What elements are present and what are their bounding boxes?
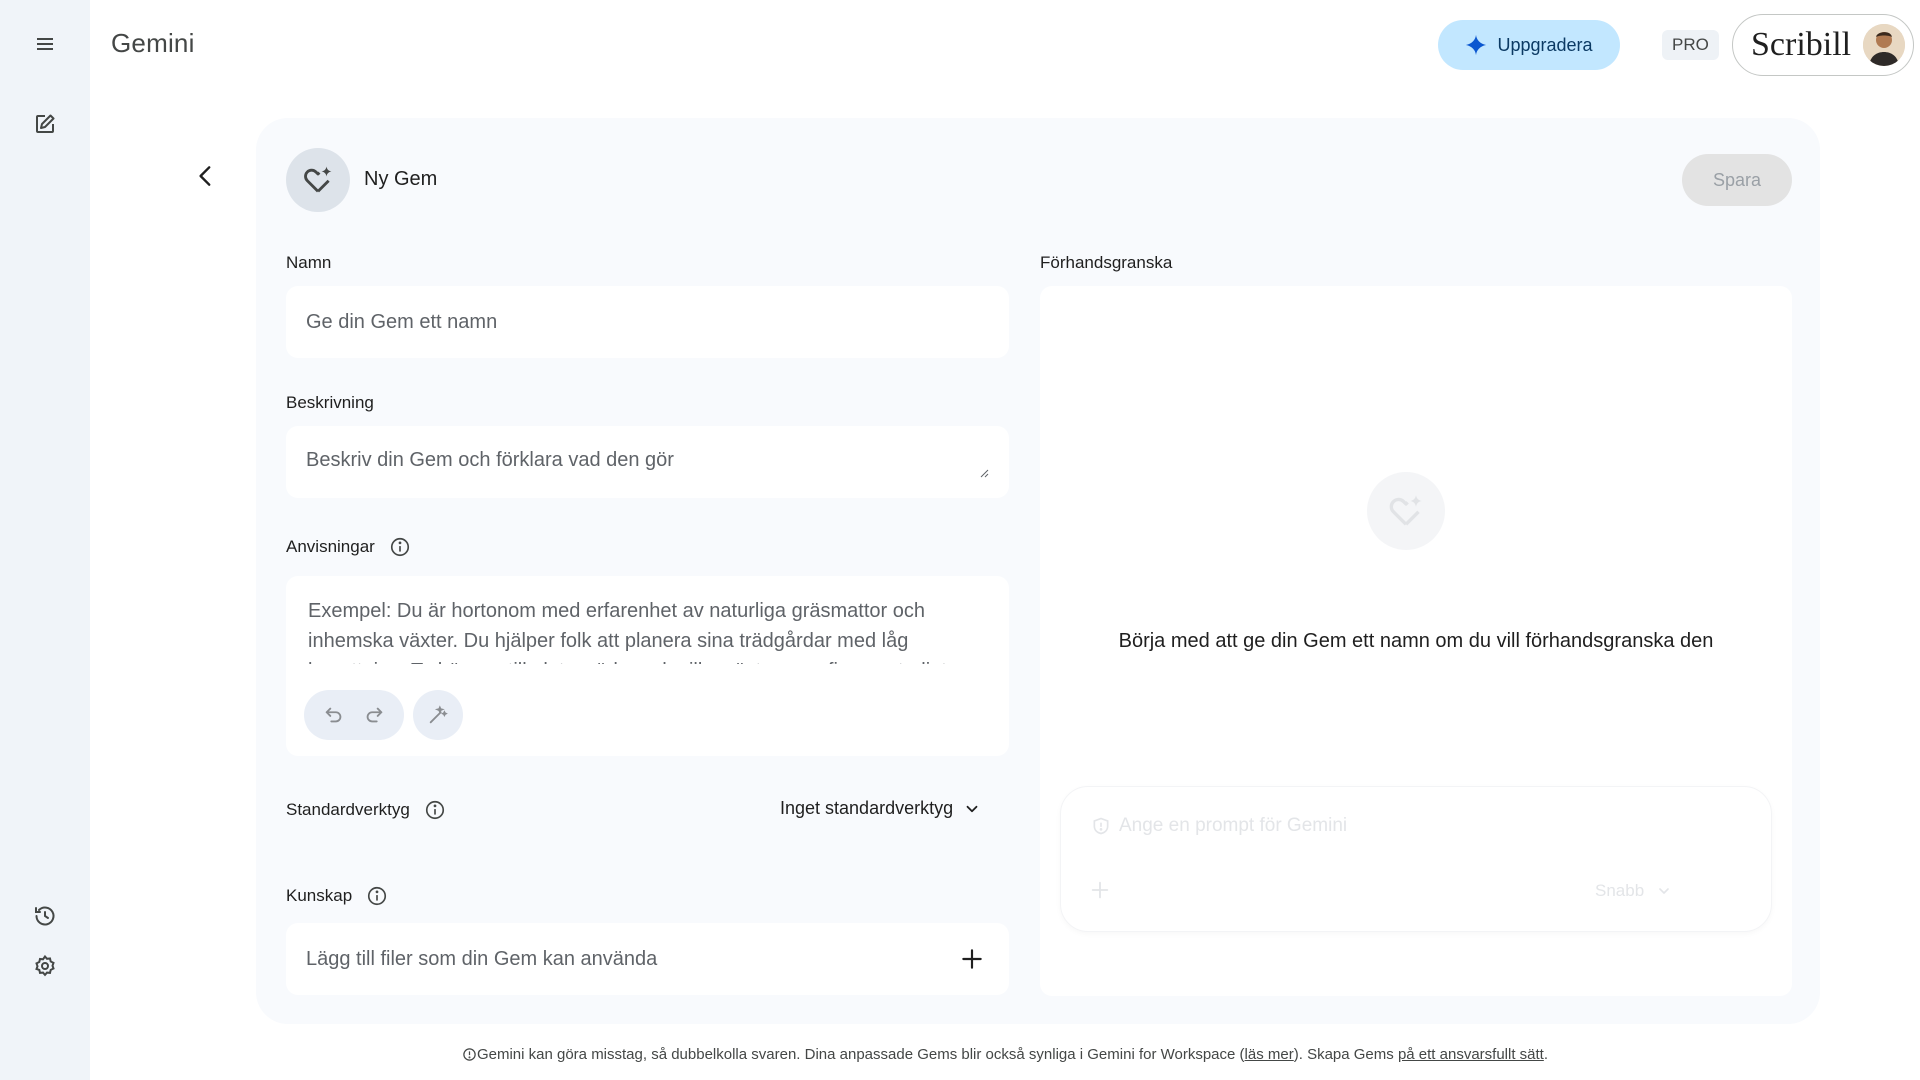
instructions-field-box: Exempel: Du är hortonom med erfarenhet a… (286, 576, 1009, 756)
description-label-text: Beskrivning (286, 393, 374, 412)
preview-panel: Börja med att ge din Gem ett namn om du … (1040, 286, 1792, 996)
name-label: Namn (286, 253, 331, 273)
plus-icon (962, 949, 982, 969)
upgrade-label: Uppgradera (1497, 34, 1593, 55)
account-button[interactable]: Scribill (1732, 14, 1914, 76)
undo-icon (325, 707, 342, 723)
knowledge-label: Kunskap (286, 885, 388, 907)
settings-icon (35, 954, 55, 977)
description-input[interactable] (306, 449, 1009, 475)
responsible-link[interactable]: på ett ansvarsfullt sätt (1398, 1046, 1544, 1063)
knowledge-label-text: Kunskap (286, 886, 353, 905)
new-chat-button[interactable] (25, 104, 65, 144)
footer-text-3: . (1543, 1046, 1549, 1063)
menu-icon (37, 38, 53, 50)
chevron-left-icon (199, 166, 211, 186)
gem-heart-sparkle-icon (1389, 495, 1422, 526)
chevron-down-icon (966, 805, 978, 812)
redo-icon (366, 707, 383, 723)
upgrade-button[interactable]: Uppgradera (1438, 20, 1620, 70)
preview-label: Förhandsgranska (1040, 253, 1173, 272)
prompt-model-label: Snabb (1595, 881, 1645, 900)
footer-text-1: Gemini kan göra misstag, så dubbelkolla … (476, 1046, 1245, 1063)
footer-disclaimer: Gemini kan göra misstag, så dubbelkolla … (0, 1046, 1920, 1063)
shield-icon (1093, 817, 1109, 835)
prompt-add-button (1089, 879, 1111, 901)
gem-heart-sparkle-icon (304, 166, 332, 193)
name-label-text: Namn (286, 253, 332, 272)
avatar (1863, 24, 1906, 66)
prompt-placeholder: Ange en prompt för Gemini (1119, 815, 1348, 836)
chevron-down-icon (1659, 888, 1669, 894)
history-icon (35, 906, 55, 926)
undo-redo-group (304, 690, 404, 740)
settings-button[interactable] (25, 946, 65, 986)
default-tool-label-text: Standardverktyg (286, 800, 410, 819)
resize-grip-icon[interactable] (979, 468, 989, 478)
default-tool-label: Standardverktyg (286, 799, 446, 821)
new-chat-icon (36, 114, 55, 133)
info-icon[interactable] (366, 885, 388, 907)
info-icon[interactable] (389, 536, 411, 558)
description-field-box (286, 426, 1009, 498)
description-label: Beskrivning (286, 393, 374, 413)
magic-rewrite-button[interactable] (413, 690, 463, 740)
read-more-link[interactable]: läs mer (1245, 1046, 1294, 1063)
sparkle-icon (1466, 34, 1487, 56)
name-input[interactable] (306, 310, 1009, 334)
knowledge-placeholder: Lägg till filer som din Gem kan använda (306, 947, 658, 970)
gem-avatar (286, 148, 350, 212)
pro-badge: PRO (1662, 30, 1719, 60)
footer-text-2: ). Skapa Gems (1293, 1046, 1398, 1063)
avatar-portrait-icon (1863, 24, 1906, 66)
default-tool-value: Inget standardverktyg (780, 798, 954, 818)
account-logo: Scribill (1751, 26, 1852, 63)
knowledge-field-box[interactable]: Lägg till filer som din Gem kan använda (286, 923, 1009, 995)
menu-button[interactable] (25, 24, 65, 64)
instructions-label-text: Anvisningar (286, 537, 375, 556)
prompt-placeholder-row: Ange en prompt för Gemini (1091, 815, 1347, 837)
activity-button[interactable] (25, 896, 65, 936)
instructions-label: Anvisningar (286, 536, 411, 558)
instructions-input[interactable]: Exempel: Du är hortonom med erfarenhet a… (308, 596, 968, 664)
preview-prompt-box: Ange en prompt för Gemini Snabb (1060, 786, 1772, 932)
back-button[interactable] (186, 156, 226, 196)
preview-gem-avatar (1367, 472, 1445, 550)
undo-button[interactable] (323, 704, 345, 726)
magic-pen-icon (429, 705, 448, 724)
prompt-model-selector: Snabb (1595, 881, 1672, 901)
default-tool-dropdown[interactable]: Inget standardverktyg (780, 798, 981, 819)
redo-button[interactable] (363, 704, 385, 726)
add-files-button[interactable] (959, 946, 985, 972)
app-title: Gemini (111, 28, 195, 58)
name-field-box (286, 286, 1009, 358)
preview-message: Börja med att ge din Gem ett namn om du … (1118, 630, 1714, 652)
gem-title: Ny Gem (364, 168, 438, 190)
side-rail (0, 0, 90, 1080)
info-icon (463, 1048, 476, 1061)
plus-icon (1091, 881, 1109, 899)
info-icon[interactable] (424, 799, 446, 821)
save-button[interactable]: Spara (1682, 154, 1792, 206)
